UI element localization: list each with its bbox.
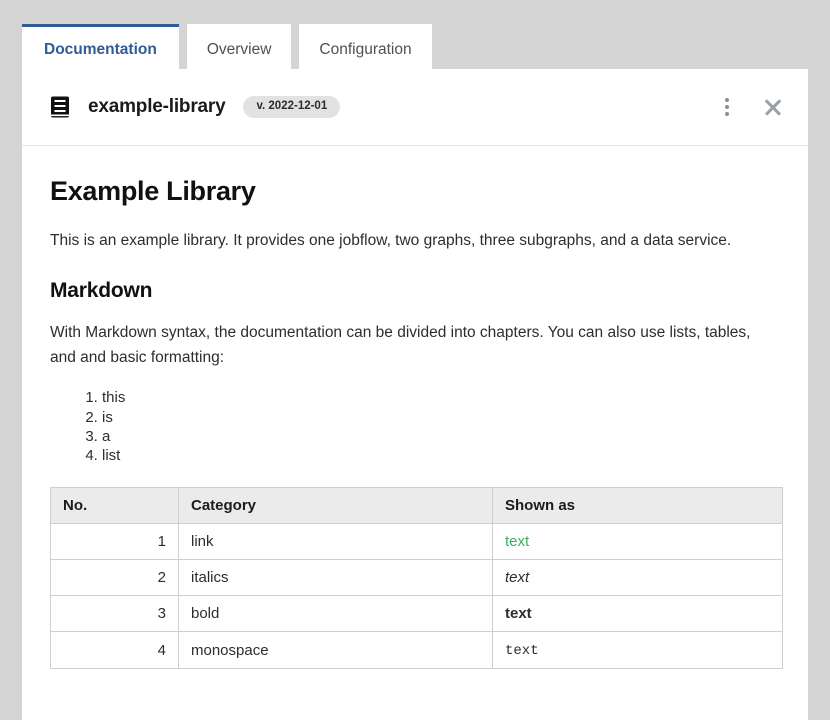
cell-category: link [178,523,493,561]
table-row: 4 monospace text [50,631,783,670]
formatting-table: No. Category Shown as 1 link text 2 ital… [50,487,783,670]
cell-shown-as: text [492,595,783,633]
kebab-menu-icon[interactable] [714,92,740,122]
bold-sample: text [505,605,532,623]
tab-configuration[interactable]: Configuration [299,24,432,72]
table-header-row: No. Category Shown as [50,487,783,525]
kebab-dot-middle [725,105,729,109]
tab-documentation-label: Documentation [44,40,157,58]
table-header-shown-as: Shown as [492,487,783,525]
tab-configuration-label: Configuration [319,40,412,58]
cell-shown-as: text [492,559,783,597]
cell-category: monospace [178,631,493,670]
version-badge: v. 2022-12-01 [243,95,341,119]
library-title: example-library [88,96,226,117]
card-header: example-library v. 2022-12-01 [22,69,808,146]
book-icon [51,96,69,118]
section-heading-markdown: Markdown [50,279,153,303]
table-header-no: No. [50,487,179,525]
page-title: Example Library [50,176,256,206]
tab-documentation[interactable]: Documentation [22,24,179,72]
cell-no: 3 [50,595,179,633]
italic-sample: text [505,569,530,587]
cell-no: 1 [50,523,179,561]
cell-category: italics [178,559,493,597]
cell-no: 4 [50,631,179,670]
monospace-sample: text [505,643,539,660]
table-body: 1 link text 2 italics text 3 bold text 4… [50,523,783,670]
intro-paragraph: This is an example library. It provides … [50,232,732,249]
tab-bar: Documentation Overview Configuration [22,24,432,72]
table-header-category: Category [178,487,493,525]
list-item: this [102,388,780,407]
list-item: a [102,427,780,446]
table-row: 2 italics text [50,559,783,597]
list-item: is [102,408,780,427]
cell-shown-as: text [492,523,783,561]
cell-category: bold [178,595,493,633]
documentation-card: example-library v. 2022-12-01 Example Li… [22,69,808,720]
table-head: No. Category Shown as [50,487,783,525]
table-row: 3 bold text [50,595,783,633]
table-row: 1 link text [50,523,783,561]
cell-no: 2 [50,559,179,597]
cell-shown-as: text [492,631,783,670]
card-body: Example Library This is an example libra… [22,146,808,670]
link-sample[interactable]: text [505,533,529,550]
tab-overview[interactable]: Overview [186,24,292,72]
close-icon[interactable] [760,94,786,120]
list-item: list [102,446,780,465]
app-root: Documentation Overview Configuration exa… [0,0,830,720]
kebab-dot-bottom [725,112,729,116]
markdown-paragraph: With Markdown syntax, the documentation … [50,324,751,366]
kebab-dot-top [725,98,729,102]
tab-overview-label: Overview [206,40,272,58]
ordered-list: this is a list [50,388,780,465]
